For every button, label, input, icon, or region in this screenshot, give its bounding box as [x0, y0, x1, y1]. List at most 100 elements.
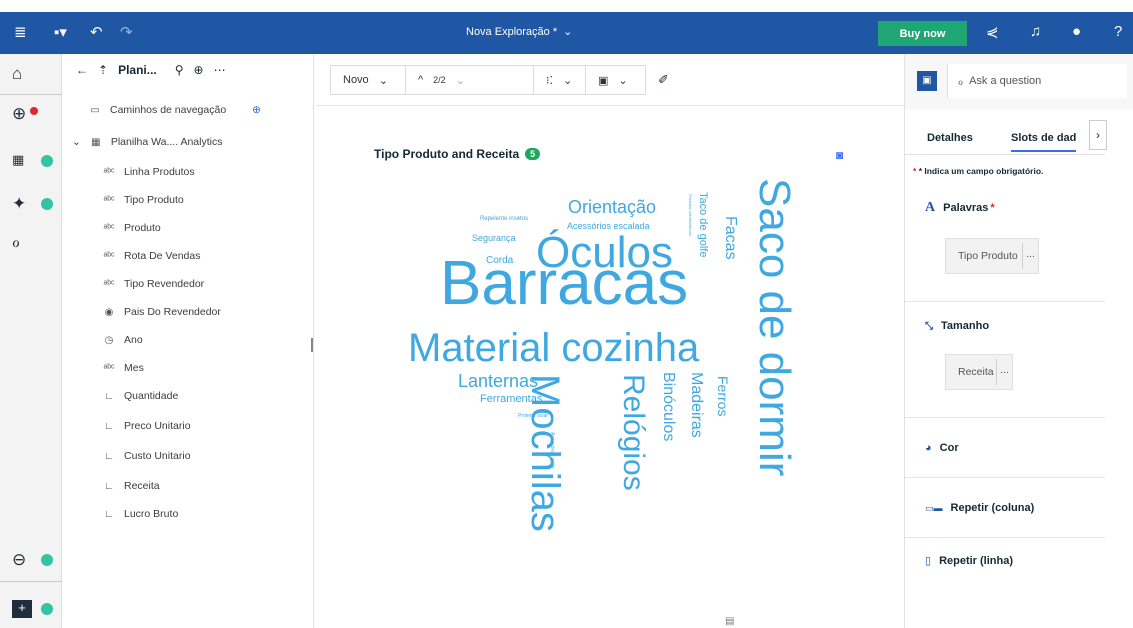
novo-dropdown[interactable]: Novo ⌄	[330, 65, 406, 95]
word-oculos[interactable]: Óculos	[536, 231, 673, 275]
word-taco-de-golfe[interactable]: Taco de golfe	[697, 192, 709, 257]
field-pais-do-revendedor[interactable]: ◉ Pais Do Revendedor	[102, 306, 221, 318]
field-label: Quantidade	[124, 390, 179, 402]
field-tipo-produto[interactable]: ᵃᵇᶜ Tipo Produto	[102, 194, 183, 206]
word-facas[interactable]: Facas	[722, 216, 739, 260]
add-source-icon[interactable]: ⊕	[194, 63, 204, 77]
add-path-icon[interactable]: ⊕	[252, 104, 261, 116]
slot-repetir-coluna-label[interactable]: ▭▬ Repetir (coluna)	[925, 502, 1034, 514]
insights-dropdown[interactable]: ▣ ⌄	[586, 65, 646, 95]
tree-item-label: Caminhos de navegação	[110, 104, 227, 116]
word-material-cozinha[interactable]: Material cozinha	[408, 328, 699, 368]
page-navigator: ^ 2/2 ⌄	[406, 65, 534, 95]
chevron-up-icon[interactable]: ^	[418, 74, 423, 86]
word-corda[interactable]: Corda	[486, 256, 513, 266]
field-tipo-revendedor[interactable]: ᵃᵇᶜ Tipo Revendedor	[102, 278, 204, 290]
pane-resize-handle[interactable]	[311, 338, 313, 352]
slot-tamanho-value: Receita	[958, 366, 994, 378]
word-ferramentas[interactable]: Ferramentas	[480, 394, 542, 405]
chevron-right-icon[interactable]: ›	[1089, 120, 1107, 150]
clock-icon: ◷	[104, 334, 114, 346]
word-produtos-sobrevivencia[interactable]: Produtos sobrevivência	[688, 194, 693, 236]
field-linha-produtos[interactable]: ᵃᵇᶜ Linha Produtos	[102, 166, 194, 178]
measure-icon: ∟	[104, 480, 114, 492]
field-custo-unitario[interactable]: ∟ Custo Unitario	[102, 450, 190, 462]
word-repelente-insetos[interactable]: Repelente insetos	[480, 216, 528, 222]
undo-icon[interactable]: ↶	[90, 23, 103, 41]
ai-assistant-icon: ℴ	[958, 75, 964, 88]
word-orientacao[interactable]: Orientação	[568, 198, 656, 216]
tree-item-caminhos[interactable]: ▭ Caminhos de navegação ⊕	[88, 104, 261, 116]
field-label: Produto	[124, 222, 161, 234]
ask-question-input[interactable]: ℴ Ask a question	[947, 64, 1127, 98]
word-ferros[interactable]: Ferros	[715, 376, 731, 416]
slot-cor: ◕ Cor	[905, 418, 1105, 478]
upload-icon[interactable]: ⇡	[98, 63, 108, 77]
field-quantidade[interactable]: ∟ Quantidade	[102, 390, 178, 402]
insights-icon: ▣	[598, 74, 609, 87]
chevron-down-icon[interactable]: ⌄	[456, 74, 465, 87]
slot-repetir-coluna: ▭▬ Repetir (coluna)	[905, 478, 1105, 538]
tab-divider	[905, 154, 1105, 155]
share-icon[interactable]: ⋞	[986, 23, 999, 41]
redo-icon[interactable]: ↷	[120, 23, 133, 41]
repeat-column-icon: ▭▬	[925, 502, 943, 513]
ai-assistant-icon[interactable]: ℴ	[12, 232, 36, 256]
measure-icon: ∟	[104, 450, 114, 462]
viz-type-dropdown[interactable]: ⁝⁚ ⌄	[534, 65, 586, 95]
slot-options-button[interactable]: ...	[996, 359, 1012, 385]
data-icon[interactable]: ▦	[12, 152, 36, 176]
field-preco-unitario[interactable]: ∟ Preco Unitario	[102, 420, 190, 432]
viz-type-icon: ⁝⁚	[546, 74, 553, 87]
field-label: Receita	[124, 480, 160, 492]
word-protetor-solar[interactable]: Protetor solar	[518, 414, 548, 419]
alert-dot	[30, 107, 38, 115]
user-icon[interactable]: ●	[1072, 23, 1081, 40]
word-cloud: Barracas Óculos Material cozinha Mochila…	[316, 106, 904, 628]
word-acessorios-escalada[interactable]: Acessórios escalada	[567, 222, 650, 231]
slot-palavras-chip[interactable]: Tipo Produto ...	[945, 238, 1039, 274]
notification-icon[interactable]: ♫	[1030, 23, 1041, 40]
chevron-down-icon[interactable]: ⌄	[72, 136, 81, 148]
tree-item-planilha[interactable]: ⌄ ▦ Planilha Wa.... Analytics	[72, 136, 222, 148]
home-icon[interactable]: ⌂	[12, 64, 36, 88]
slot-tamanho-chip[interactable]: Receita ...	[945, 354, 1013, 390]
save-icon[interactable]: ▪▾	[54, 23, 67, 41]
table-view-icon[interactable]: ▤	[725, 616, 734, 627]
search-icon[interactable]: ⚲	[175, 63, 184, 77]
word-lanternas[interactable]: Lanternas	[458, 372, 538, 390]
slot-repetir-linha-label[interactable]: ▯ Repetir (linha)	[925, 554, 1013, 568]
checkpoint-icon[interactable]: ⊖	[12, 550, 36, 574]
back-arrow-icon[interactable]: ←	[76, 63, 88, 77]
word-madeiras[interactable]: Madeiras	[688, 372, 705, 438]
field-ano[interactable]: ◷ Ano	[102, 334, 143, 346]
word-binoculos[interactable]: Binóculos	[660, 372, 677, 441]
word-seguranca[interactable]: Segurança	[472, 234, 516, 243]
word-acessorios-golfe[interactable]: Acessórios golfe	[549, 432, 555, 469]
pin-icon[interactable]: ✦	[12, 194, 36, 218]
more-icon[interactable]: ⋯	[214, 63, 226, 77]
panel-toggle-icon[interactable]: ▣	[917, 71, 937, 91]
text-field-icon: ᵃᵇᶜ	[103, 250, 115, 262]
tab-slots[interactable]: Slots de dad	[1011, 132, 1077, 152]
field-receita[interactable]: ∟ Receita	[102, 480, 160, 492]
pin-icon[interactable]: ✐	[658, 72, 669, 88]
word-relogios[interactable]: Relógios	[617, 374, 650, 491]
slot-repetir-coluna-text: Repetir (coluna)	[950, 502, 1035, 514]
left-rail: ⌂ ⊕ ▦ ✦ ℴ ⊖ +	[0, 54, 62, 628]
help-icon[interactable]: ?	[1114, 23, 1122, 40]
slot-options-button[interactable]: ...	[1022, 243, 1038, 269]
slot-cor-label[interactable]: ◕ Cor	[925, 442, 959, 454]
field-produto[interactable]: ᵃᵇᶜ Produto	[102, 222, 161, 234]
tab-detalhes[interactable]: Detalhes	[927, 132, 973, 144]
menu-icon[interactable]: ≣	[14, 23, 27, 41]
table-icon: ▦	[91, 136, 101, 148]
field-lucro-bruto[interactable]: ∟ Lucro Bruto	[102, 508, 178, 520]
exploration-title[interactable]: Nova Exploração * ⌄	[466, 25, 572, 39]
novo-label: Novo	[343, 74, 369, 86]
buy-now-button[interactable]: Buy now	[878, 21, 967, 46]
add-icon[interactable]: +	[12, 600, 32, 618]
field-rota-de-vendas[interactable]: ᵃᵇᶜ Rota De Vendas	[102, 250, 200, 262]
field-mes[interactable]: ᵃᵇᶜ Mes	[102, 362, 143, 374]
word-saco-de-dormir[interactable]: Saco de dormir	[750, 178, 799, 476]
